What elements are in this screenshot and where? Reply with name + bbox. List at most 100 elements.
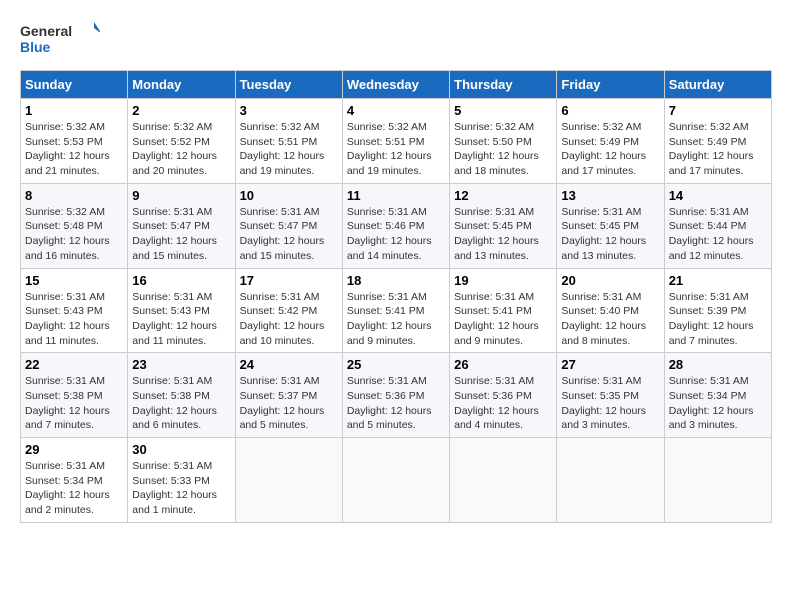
day-number: 4 bbox=[347, 103, 445, 118]
calendar-day-cell: 22 Sunrise: 5:31 AM Sunset: 5:38 PM Dayl… bbox=[21, 353, 128, 438]
day-number: 1 bbox=[25, 103, 123, 118]
day-number: 29 bbox=[25, 442, 123, 457]
weekday-header: Monday bbox=[128, 71, 235, 99]
logo: General Blue bbox=[20, 20, 100, 60]
day-info: Sunrise: 5:31 AM Sunset: 5:45 PM Dayligh… bbox=[454, 205, 552, 264]
day-number: 28 bbox=[669, 357, 767, 372]
day-number: 30 bbox=[132, 442, 230, 457]
calendar-week-row: 1 Sunrise: 5:32 AM Sunset: 5:53 PM Dayli… bbox=[21, 99, 772, 184]
calendar-day-cell: 17 Sunrise: 5:31 AM Sunset: 5:42 PM Dayl… bbox=[235, 268, 342, 353]
day-number: 9 bbox=[132, 188, 230, 203]
day-info: Sunrise: 5:32 AM Sunset: 5:49 PM Dayligh… bbox=[669, 120, 767, 179]
calendar-day-cell: 20 Sunrise: 5:31 AM Sunset: 5:40 PM Dayl… bbox=[557, 268, 664, 353]
day-number: 16 bbox=[132, 273, 230, 288]
day-number: 10 bbox=[240, 188, 338, 203]
weekday-header: Thursday bbox=[450, 71, 557, 99]
day-number: 7 bbox=[669, 103, 767, 118]
day-info: Sunrise: 5:32 AM Sunset: 5:50 PM Dayligh… bbox=[454, 120, 552, 179]
calendar-day-cell: 25 Sunrise: 5:31 AM Sunset: 5:36 PM Dayl… bbox=[342, 353, 449, 438]
day-number: 14 bbox=[669, 188, 767, 203]
day-info: Sunrise: 5:31 AM Sunset: 5:36 PM Dayligh… bbox=[347, 374, 445, 433]
day-info: Sunrise: 5:31 AM Sunset: 5:45 PM Dayligh… bbox=[561, 205, 659, 264]
day-info: Sunrise: 5:31 AM Sunset: 5:43 PM Dayligh… bbox=[25, 290, 123, 349]
day-info: Sunrise: 5:31 AM Sunset: 5:40 PM Dayligh… bbox=[561, 290, 659, 349]
day-info: Sunrise: 5:31 AM Sunset: 5:43 PM Dayligh… bbox=[132, 290, 230, 349]
calendar-day-cell: 4 Sunrise: 5:32 AM Sunset: 5:51 PM Dayli… bbox=[342, 99, 449, 184]
day-number: 20 bbox=[561, 273, 659, 288]
day-info: Sunrise: 5:32 AM Sunset: 5:51 PM Dayligh… bbox=[240, 120, 338, 179]
calendar-day-cell bbox=[450, 438, 557, 523]
day-info: Sunrise: 5:31 AM Sunset: 5:37 PM Dayligh… bbox=[240, 374, 338, 433]
day-number: 18 bbox=[347, 273, 445, 288]
day-info: Sunrise: 5:32 AM Sunset: 5:49 PM Dayligh… bbox=[561, 120, 659, 179]
day-number: 11 bbox=[347, 188, 445, 203]
calendar-day-cell: 24 Sunrise: 5:31 AM Sunset: 5:37 PM Dayl… bbox=[235, 353, 342, 438]
svg-text:General: General bbox=[20, 23, 72, 39]
calendar-day-cell: 13 Sunrise: 5:31 AM Sunset: 5:45 PM Dayl… bbox=[557, 183, 664, 268]
logo-icon: General Blue bbox=[20, 20, 100, 60]
calendar-day-cell: 6 Sunrise: 5:32 AM Sunset: 5:49 PM Dayli… bbox=[557, 99, 664, 184]
calendar-header-row: SundayMondayTuesdayWednesdayThursdayFrid… bbox=[21, 71, 772, 99]
calendar-day-cell: 16 Sunrise: 5:31 AM Sunset: 5:43 PM Dayl… bbox=[128, 268, 235, 353]
day-info: Sunrise: 5:31 AM Sunset: 5:46 PM Dayligh… bbox=[347, 205, 445, 264]
day-number: 22 bbox=[25, 357, 123, 372]
calendar-day-cell: 3 Sunrise: 5:32 AM Sunset: 5:51 PM Dayli… bbox=[235, 99, 342, 184]
day-number: 6 bbox=[561, 103, 659, 118]
calendar-day-cell: 9 Sunrise: 5:31 AM Sunset: 5:47 PM Dayli… bbox=[128, 183, 235, 268]
calendar-day-cell: 21 Sunrise: 5:31 AM Sunset: 5:39 PM Dayl… bbox=[664, 268, 771, 353]
day-number: 13 bbox=[561, 188, 659, 203]
day-info: Sunrise: 5:31 AM Sunset: 5:41 PM Dayligh… bbox=[454, 290, 552, 349]
day-number: 25 bbox=[347, 357, 445, 372]
calendar-day-cell: 12 Sunrise: 5:31 AM Sunset: 5:45 PM Dayl… bbox=[450, 183, 557, 268]
weekday-header: Saturday bbox=[664, 71, 771, 99]
calendar-week-row: 22 Sunrise: 5:31 AM Sunset: 5:38 PM Dayl… bbox=[21, 353, 772, 438]
weekday-header: Tuesday bbox=[235, 71, 342, 99]
calendar-day-cell bbox=[235, 438, 342, 523]
calendar-day-cell: 27 Sunrise: 5:31 AM Sunset: 5:35 PM Dayl… bbox=[557, 353, 664, 438]
calendar-day-cell: 30 Sunrise: 5:31 AM Sunset: 5:33 PM Dayl… bbox=[128, 438, 235, 523]
day-info: Sunrise: 5:31 AM Sunset: 5:47 PM Dayligh… bbox=[132, 205, 230, 264]
day-number: 12 bbox=[454, 188, 552, 203]
svg-text:Blue: Blue bbox=[20, 39, 51, 55]
calendar-day-cell bbox=[664, 438, 771, 523]
day-number: 27 bbox=[561, 357, 659, 372]
calendar-day-cell: 28 Sunrise: 5:31 AM Sunset: 5:34 PM Dayl… bbox=[664, 353, 771, 438]
weekday-header: Sunday bbox=[21, 71, 128, 99]
calendar-week-row: 8 Sunrise: 5:32 AM Sunset: 5:48 PM Dayli… bbox=[21, 183, 772, 268]
day-number: 3 bbox=[240, 103, 338, 118]
day-info: Sunrise: 5:31 AM Sunset: 5:34 PM Dayligh… bbox=[25, 459, 123, 518]
calendar-table: SundayMondayTuesdayWednesdayThursdayFrid… bbox=[20, 70, 772, 523]
weekday-header: Wednesday bbox=[342, 71, 449, 99]
day-number: 5 bbox=[454, 103, 552, 118]
day-info: Sunrise: 5:31 AM Sunset: 5:35 PM Dayligh… bbox=[561, 374, 659, 433]
calendar-day-cell: 7 Sunrise: 5:32 AM Sunset: 5:49 PM Dayli… bbox=[664, 99, 771, 184]
day-info: Sunrise: 5:32 AM Sunset: 5:48 PM Dayligh… bbox=[25, 205, 123, 264]
calendar-day-cell: 5 Sunrise: 5:32 AM Sunset: 5:50 PM Dayli… bbox=[450, 99, 557, 184]
calendar-day-cell: 18 Sunrise: 5:31 AM Sunset: 5:41 PM Dayl… bbox=[342, 268, 449, 353]
day-number: 26 bbox=[454, 357, 552, 372]
day-info: Sunrise: 5:32 AM Sunset: 5:51 PM Dayligh… bbox=[347, 120, 445, 179]
day-info: Sunrise: 5:31 AM Sunset: 5:36 PM Dayligh… bbox=[454, 374, 552, 433]
page-header: General Blue bbox=[20, 20, 772, 60]
calendar-day-cell: 8 Sunrise: 5:32 AM Sunset: 5:48 PM Dayli… bbox=[21, 183, 128, 268]
calendar-day-cell: 14 Sunrise: 5:31 AM Sunset: 5:44 PM Dayl… bbox=[664, 183, 771, 268]
weekday-header: Friday bbox=[557, 71, 664, 99]
day-info: Sunrise: 5:31 AM Sunset: 5:41 PM Dayligh… bbox=[347, 290, 445, 349]
calendar-day-cell: 1 Sunrise: 5:32 AM Sunset: 5:53 PM Dayli… bbox=[21, 99, 128, 184]
calendar-week-row: 15 Sunrise: 5:31 AM Sunset: 5:43 PM Dayl… bbox=[21, 268, 772, 353]
day-number: 17 bbox=[240, 273, 338, 288]
day-info: Sunrise: 5:31 AM Sunset: 5:42 PM Dayligh… bbox=[240, 290, 338, 349]
day-info: Sunrise: 5:31 AM Sunset: 5:44 PM Dayligh… bbox=[669, 205, 767, 264]
day-info: Sunrise: 5:31 AM Sunset: 5:33 PM Dayligh… bbox=[132, 459, 230, 518]
calendar-day-cell bbox=[342, 438, 449, 523]
day-number: 15 bbox=[25, 273, 123, 288]
calendar-day-cell: 11 Sunrise: 5:31 AM Sunset: 5:46 PM Dayl… bbox=[342, 183, 449, 268]
day-number: 19 bbox=[454, 273, 552, 288]
day-info: Sunrise: 5:32 AM Sunset: 5:52 PM Dayligh… bbox=[132, 120, 230, 179]
calendar-day-cell bbox=[557, 438, 664, 523]
calendar-day-cell: 26 Sunrise: 5:31 AM Sunset: 5:36 PM Dayl… bbox=[450, 353, 557, 438]
calendar-day-cell: 29 Sunrise: 5:31 AM Sunset: 5:34 PM Dayl… bbox=[21, 438, 128, 523]
day-number: 24 bbox=[240, 357, 338, 372]
calendar-week-row: 29 Sunrise: 5:31 AM Sunset: 5:34 PM Dayl… bbox=[21, 438, 772, 523]
day-number: 2 bbox=[132, 103, 230, 118]
